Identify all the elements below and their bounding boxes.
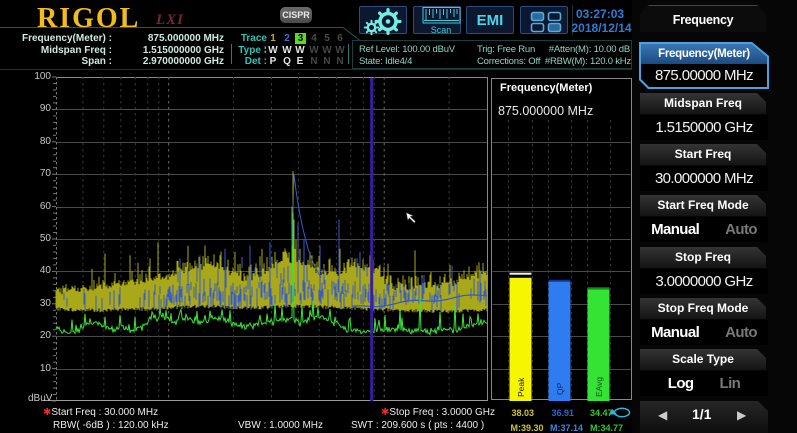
svg-text:Scan: Scan xyxy=(431,25,452,35)
svg-text:Peak: Peak xyxy=(516,377,526,397)
svg-text:EMI: EMI xyxy=(477,12,504,29)
svg-text:QP: QP xyxy=(555,382,565,395)
svg-text:EAvg: EAvg xyxy=(594,377,604,397)
